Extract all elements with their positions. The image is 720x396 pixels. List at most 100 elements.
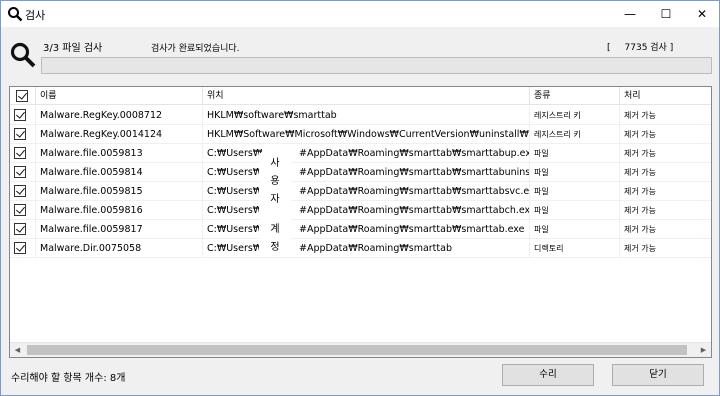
row-name: Malware.file.0059813 [36, 144, 203, 163]
overlay-gap [259, 209, 291, 221]
scroll-left-icon[interactable]: ◀ [10, 343, 25, 357]
row-checkbox-cell [10, 125, 36, 144]
minimize-button[interactable]: — [613, 1, 647, 27]
column-type[interactable]: 종류 [530, 87, 620, 105]
column-name[interactable]: 이름 [36, 87, 203, 105]
overlay-char: 정 [270, 242, 280, 253]
row-location-prefix: C:₩Users₩ [207, 186, 263, 197]
row-checkbox-cell [10, 163, 36, 182]
table-row[interactable]: Malware.file.0059813 C:₩Users₩ #AppData₩Ro… [10, 144, 711, 163]
row-location: C:₩Users₩ #AppData₩Roaming₩smarttab₩smart… [203, 220, 530, 239]
column-location[interactable]: 위치 [203, 87, 530, 105]
row-location-prefix: C:₩Users₩ [207, 148, 263, 159]
row-checkbox[interactable] [14, 204, 26, 216]
maximize-button[interactable]: ☐ [649, 1, 683, 27]
row-checkbox[interactable] [14, 223, 26, 235]
row-action: 제거 가능 [624, 111, 656, 120]
row-location-prefix: C:₩Users₩ [207, 224, 263, 235]
row-action: 제거 가능 [624, 244, 656, 253]
scan-window: 검사 — ☐ ✕ 3/3 파일 검사 검사가 완료되었습니다. [7735 검사… [0, 0, 720, 396]
row-location: C:₩Users₩ #AppData₩Roaming₩smarttab₩smart… [203, 201, 530, 220]
table-row[interactable]: Malware.RegKey.0014124 HKLM₩Software₩Micr… [10, 125, 711, 144]
row-checkbox[interactable] [14, 185, 26, 197]
scan-progress-label: 3/3 파일 검사 [43, 43, 103, 54]
row-action: 제거 가능 [624, 225, 656, 234]
scan-progress-bar [41, 57, 712, 74]
row-action: 제거 가능 [624, 187, 656, 196]
scan-status-text: 검사가 완료되었습니다. [151, 44, 240, 54]
row-name: Malware.file.0059814 [36, 163, 203, 182]
row-name: Malware.file.0059816 [36, 201, 203, 220]
row-type: 파일 [530, 220, 620, 239]
row-action: 제거 가능 [624, 206, 656, 215]
overlay-char: 계 [270, 224, 280, 235]
row-name: Malware.RegKey.0008712 [36, 106, 203, 125]
row-checkbox[interactable] [14, 147, 26, 159]
table-row[interactable]: Malware.file.0059814 C:₩Users₩ #AppData₩Ro… [10, 163, 711, 182]
row-type: 레지스트리 키 [530, 125, 620, 144]
row-location-suffix: #AppData₩Roaming₩smarttab₩smarttabch.exe [299, 205, 530, 216]
column-action[interactable]: 처리 [620, 87, 711, 105]
overlay-char: 자 [270, 194, 280, 205]
horizontal-scrollbar[interactable]: ◀ ▶ [10, 342, 711, 357]
row-type: 파일 [530, 144, 620, 163]
row-checkbox-cell [10, 201, 36, 220]
row-checkbox[interactable] [14, 128, 26, 140]
scan-count: [7735 검사 ] [607, 40, 673, 53]
row-location: C:₩Users₩ #AppData₩Roaming₩smarttab₩smart… [203, 144, 530, 163]
row-checkbox-cell [10, 182, 36, 201]
row-name: Malware.file.0059817 [36, 220, 203, 239]
table-row[interactable]: Malware.RegKey.0008712 HKLM₩software₩smar… [10, 106, 711, 125]
row-action: 제거 가능 [624, 168, 656, 177]
close-button[interactable]: ✕ [685, 1, 719, 27]
results-list[interactable]: 이름 위치 종류 처리 Malware.RegKey.0008712 HKLM₩s… [9, 86, 712, 358]
row-location-suffix: #AppData₩Roaming₩smarttab [299, 243, 452, 254]
scan-count-value: 7735 검사 ] [624, 43, 674, 53]
row-location-prefix: C:₩Users₩ [207, 167, 263, 178]
row-checkbox-cell [10, 106, 36, 125]
row-location: C:₩Users₩ #AppData₩Roaming₩smarttab [203, 239, 530, 258]
repair-button[interactable]: 수리 [502, 364, 594, 386]
title-bar: 검사 — ☐ ✕ [1, 1, 719, 27]
row-checkbox[interactable] [14, 109, 26, 121]
overlay-char: 용 [270, 176, 280, 187]
select-all-checkbox[interactable] [16, 90, 28, 102]
window-title: 검사 [25, 9, 46, 22]
row-action: 제거 가능 [624, 130, 656, 139]
table-row[interactable]: Malware.Dir.0075058 C:₩Users₩ #AppData₩Roa… [10, 239, 711, 258]
list-header: 이름 위치 종류 처리 [10, 87, 711, 105]
search-icon [8, 7, 23, 22]
table-row[interactable]: Malware.file.0059816 C:₩Users₩ #AppData₩Ro… [10, 201, 711, 220]
row-checkbox[interactable] [14, 166, 26, 178]
row-type: 파일 [530, 201, 620, 220]
row-location: C:₩Users₩ #AppData₩Roaming₩smarttab₩smart… [203, 163, 530, 182]
row-location-suffix: #AppData₩Roaming₩smarttab₩smarttabup.exe [299, 148, 530, 159]
scan-count-bracket: [ [607, 43, 611, 53]
row-location: HKLM₩software₩smarttab [203, 106, 530, 125]
row-name: Malware.RegKey.0014124 [36, 125, 203, 144]
row-name: Malware.file.0059815 [36, 182, 203, 201]
row-checkbox-cell [10, 144, 36, 163]
row-location-suffix: #AppData₩Roaming₩smarttab₩smarttab.exe [299, 224, 525, 235]
scroll-right-icon[interactable]: ▶ [696, 343, 711, 357]
row-type: 레지스트리 키 [530, 106, 620, 125]
row-checkbox-cell [10, 239, 36, 258]
row-location: C:₩Users₩ #AppData₩Roaming₩smarttab₩smart… [203, 182, 530, 201]
table-row[interactable]: Malware.file.0059817 C:₩Users₩ #AppData₩Ro… [10, 220, 711, 239]
overlay-char: 사 [270, 158, 280, 169]
row-action: 제거 가능 [624, 149, 656, 158]
row-location-suffix: #AppData₩Roaming₩smarttab₩smarttabuninst… [299, 167, 530, 178]
row-location-prefix: C:₩Users₩ [207, 243, 263, 254]
close-dialog-button[interactable]: 닫기 [612, 364, 704, 386]
row-type: 파일 [530, 182, 620, 201]
item-count-text: 수리해야 할 항목 개수: 8개 [11, 373, 126, 384]
table-row[interactable]: Malware.file.0059815 C:₩Users₩ #AppData₩Ro… [10, 182, 711, 201]
row-checkbox-cell [10, 220, 36, 239]
magnifier-icon [10, 42, 36, 68]
scrollbar-thumb[interactable] [27, 345, 687, 355]
row-checkbox[interactable] [14, 242, 26, 254]
row-name: Malware.Dir.0075058 [36, 239, 203, 258]
row-type: 디렉토리 [530, 239, 620, 258]
row-location-suffix: #AppData₩Roaming₩smarttab₩smarttabsvc.ex… [299, 186, 530, 197]
select-all-column [10, 87, 36, 105]
